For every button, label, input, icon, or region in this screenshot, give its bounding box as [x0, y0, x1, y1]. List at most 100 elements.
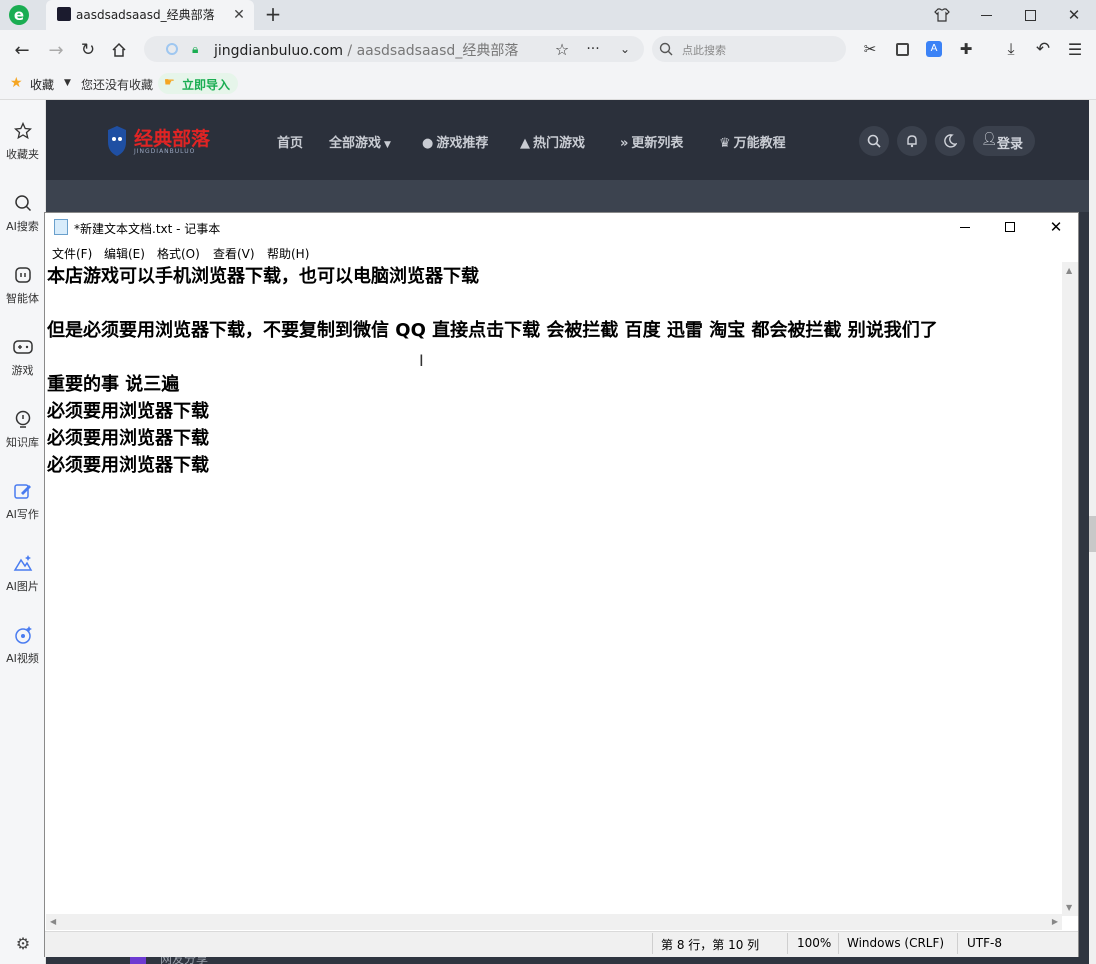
notepad-title: *新建文本文档.txt - 记事本	[74, 222, 221, 236]
sidebar-item-knowledge[interactable]: 知识库	[0, 408, 45, 450]
page-scrollbar-thumb[interactable]	[1089, 516, 1096, 552]
minimize-icon[interactable]	[974, 3, 998, 27]
reload-icon[interactable]: ↻	[76, 38, 100, 62]
sidebar-item-ai-search[interactable]: AI搜索	[0, 192, 45, 234]
nav-item-recommended[interactable]: ● 游戏推荐	[422, 132, 488, 151]
no-favorites-text: 您还没有收藏	[81, 78, 154, 92]
skin-icon[interactable]	[930, 3, 954, 27]
nav-label: 更新列表	[631, 136, 684, 151]
image-icon	[0, 552, 45, 574]
status-line-ending: Windows (CRLF)	[847, 936, 945, 950]
notepad-horizontal-scrollbar[interactable]: ◀ ▶	[46, 914, 1062, 930]
notepad-minimize-icon[interactable]	[953, 216, 977, 238]
sidebar-item-ai-image[interactable]: AI图片	[0, 552, 45, 594]
scroll-left-icon[interactable]: ◀	[50, 917, 56, 926]
scroll-up-icon[interactable]: ▲	[1066, 266, 1072, 275]
more-icon[interactable]: ···	[583, 38, 603, 60]
scroll-right-icon[interactable]: ▶	[1052, 917, 1058, 926]
notepad-close-icon[interactable]: ✕	[1044, 216, 1068, 238]
site-notification-button[interactable]	[897, 126, 927, 156]
menu-help[interactable]: 帮助(H)	[267, 245, 309, 262]
nav-item-updates[interactable]: » 更新列表	[620, 132, 683, 151]
reader-icon[interactable]	[891, 38, 913, 60]
agent-icon	[0, 264, 45, 286]
status-separator	[957, 933, 958, 954]
sidebar-item-favorites[interactable]: 收藏夹	[0, 120, 45, 162]
sidebar-label: 收藏夹	[6, 148, 39, 161]
url-path: / aasdsadsaasd_经典部落	[342, 43, 519, 59]
fire-icon: ●	[422, 136, 434, 151]
nav-item-hot[interactable]: ▲ 热门游戏	[520, 132, 585, 151]
nav-label: 首页	[277, 136, 304, 151]
menu-view[interactable]: 查看(V)	[213, 245, 255, 262]
sidebar-label: 智能体	[6, 292, 39, 305]
sidebar-label: AI写作	[6, 508, 39, 521]
sidebar-label: AI图片	[6, 580, 39, 593]
tab-close-icon[interactable]: ✕	[229, 5, 249, 25]
notepad-text-area[interactable]: 本店游戏可以手机浏览器下载，也可以电脑浏览器下载 但是必须要用浏览器下载，不要复…	[47, 262, 1059, 912]
lock-icon: 🔒︎	[192, 42, 199, 56]
site-banner	[46, 180, 1089, 212]
import-button[interactable]: ☛ 立即导入	[158, 73, 238, 94]
window-close-icon[interactable]: ✕	[1062, 3, 1086, 27]
bulb-icon	[0, 408, 45, 430]
sidebar-item-games[interactable]: 游戏	[0, 336, 45, 378]
text-line: 必须要用浏览器下载	[47, 455, 209, 476]
site-info-icon[interactable]	[166, 43, 178, 55]
menu-edit[interactable]: 编辑(E)	[104, 245, 145, 262]
status-separator	[838, 933, 839, 954]
undo-icon[interactable]: ↶	[1032, 38, 1054, 60]
browser-logo-icon[interactable]: e	[6, 2, 32, 28]
new-tab-icon[interactable]: +	[262, 2, 284, 26]
site-logo-text[interactable]: 经典部落	[134, 124, 210, 151]
menu-icon[interactable]: ☰	[1064, 38, 1086, 60]
crown-icon: ♛	[719, 136, 731, 151]
bookmark-star-icon[interactable]: ☆	[552, 38, 572, 60]
moon-icon	[944, 134, 957, 148]
sidebar-label: AI搜索	[6, 220, 39, 233]
video-icon	[0, 624, 45, 646]
import-hand-icon: ☛	[164, 75, 175, 89]
tab-title: aasdsadsaasd_经典部落	[76, 8, 215, 22]
favorites-dropdown-icon[interactable]: ▼	[64, 78, 71, 88]
translate-icon[interactable]: A	[923, 38, 945, 60]
search-placeholder: 点此搜索	[682, 44, 726, 57]
site-login-button[interactable]: 👤︎ 登录	[973, 126, 1035, 156]
chevron-down-icon[interactable]: ⌄	[615, 38, 635, 60]
nav-item-tutorials[interactable]: ♛ 万能教程	[719, 132, 786, 151]
maximize-icon[interactable]	[1018, 3, 1042, 27]
status-separator	[787, 933, 788, 954]
site-theme-button[interactable]	[935, 126, 965, 156]
star-icon	[0, 120, 45, 142]
home-icon[interactable]	[107, 38, 131, 62]
extensions-icon[interactable]: ✚	[955, 38, 977, 60]
nav-label: 万能教程	[733, 136, 786, 151]
text-line: 但是必须要用浏览器下载，不要复制到微信 QQ 直接点击下载 会被拦截 百度 迅雷…	[47, 320, 938, 341]
favorites-star-icon: ★	[10, 75, 23, 91]
forward-icon[interactable]: →	[44, 38, 68, 62]
sidebar-item-agent[interactable]: 智能体	[0, 264, 45, 306]
scroll-down-icon[interactable]: ▼	[1066, 903, 1072, 912]
status-zoom: 100%	[797, 936, 832, 950]
sidebar-item-ai-video[interactable]: AI视频	[0, 624, 45, 666]
bell-icon	[907, 135, 917, 148]
settings-gear-icon[interactable]: ⚙	[12, 932, 34, 954]
favorites-label[interactable]: 收藏	[30, 76, 54, 93]
back-icon[interactable]: ←	[10, 38, 34, 62]
notepad-maximize-icon[interactable]	[998, 216, 1022, 238]
status-position: 第 8 行，第 10 列	[661, 938, 760, 952]
nav-item-home[interactable]: 首页	[277, 132, 303, 151]
text-line: 重要的事 说三遍	[47, 374, 180, 395]
notepad-vertical-scrollbar[interactable]: ▲ ▼	[1062, 262, 1078, 916]
menu-format[interactable]: 格式(O)	[157, 245, 200, 262]
download-icon[interactable]: ⤓	[1000, 38, 1022, 60]
pen-icon	[0, 480, 45, 502]
url-text[interactable]: jingdianbuluo.com / aasdsadsaasd_经典部落	[214, 40, 518, 60]
site-logo-icon[interactable]	[106, 126, 128, 156]
site-search-button[interactable]	[859, 126, 889, 156]
sidebar-item-ai-writing[interactable]: AI写作	[0, 480, 45, 522]
text-line: 本店游戏可以手机浏览器下载，也可以电脑浏览器下载	[47, 266, 479, 287]
scissors-icon[interactable]: ✂	[859, 38, 881, 60]
menu-file[interactable]: 文件(F)	[52, 245, 92, 262]
nav-item-all-games[interactable]: 全部游戏 ▼	[329, 132, 391, 151]
